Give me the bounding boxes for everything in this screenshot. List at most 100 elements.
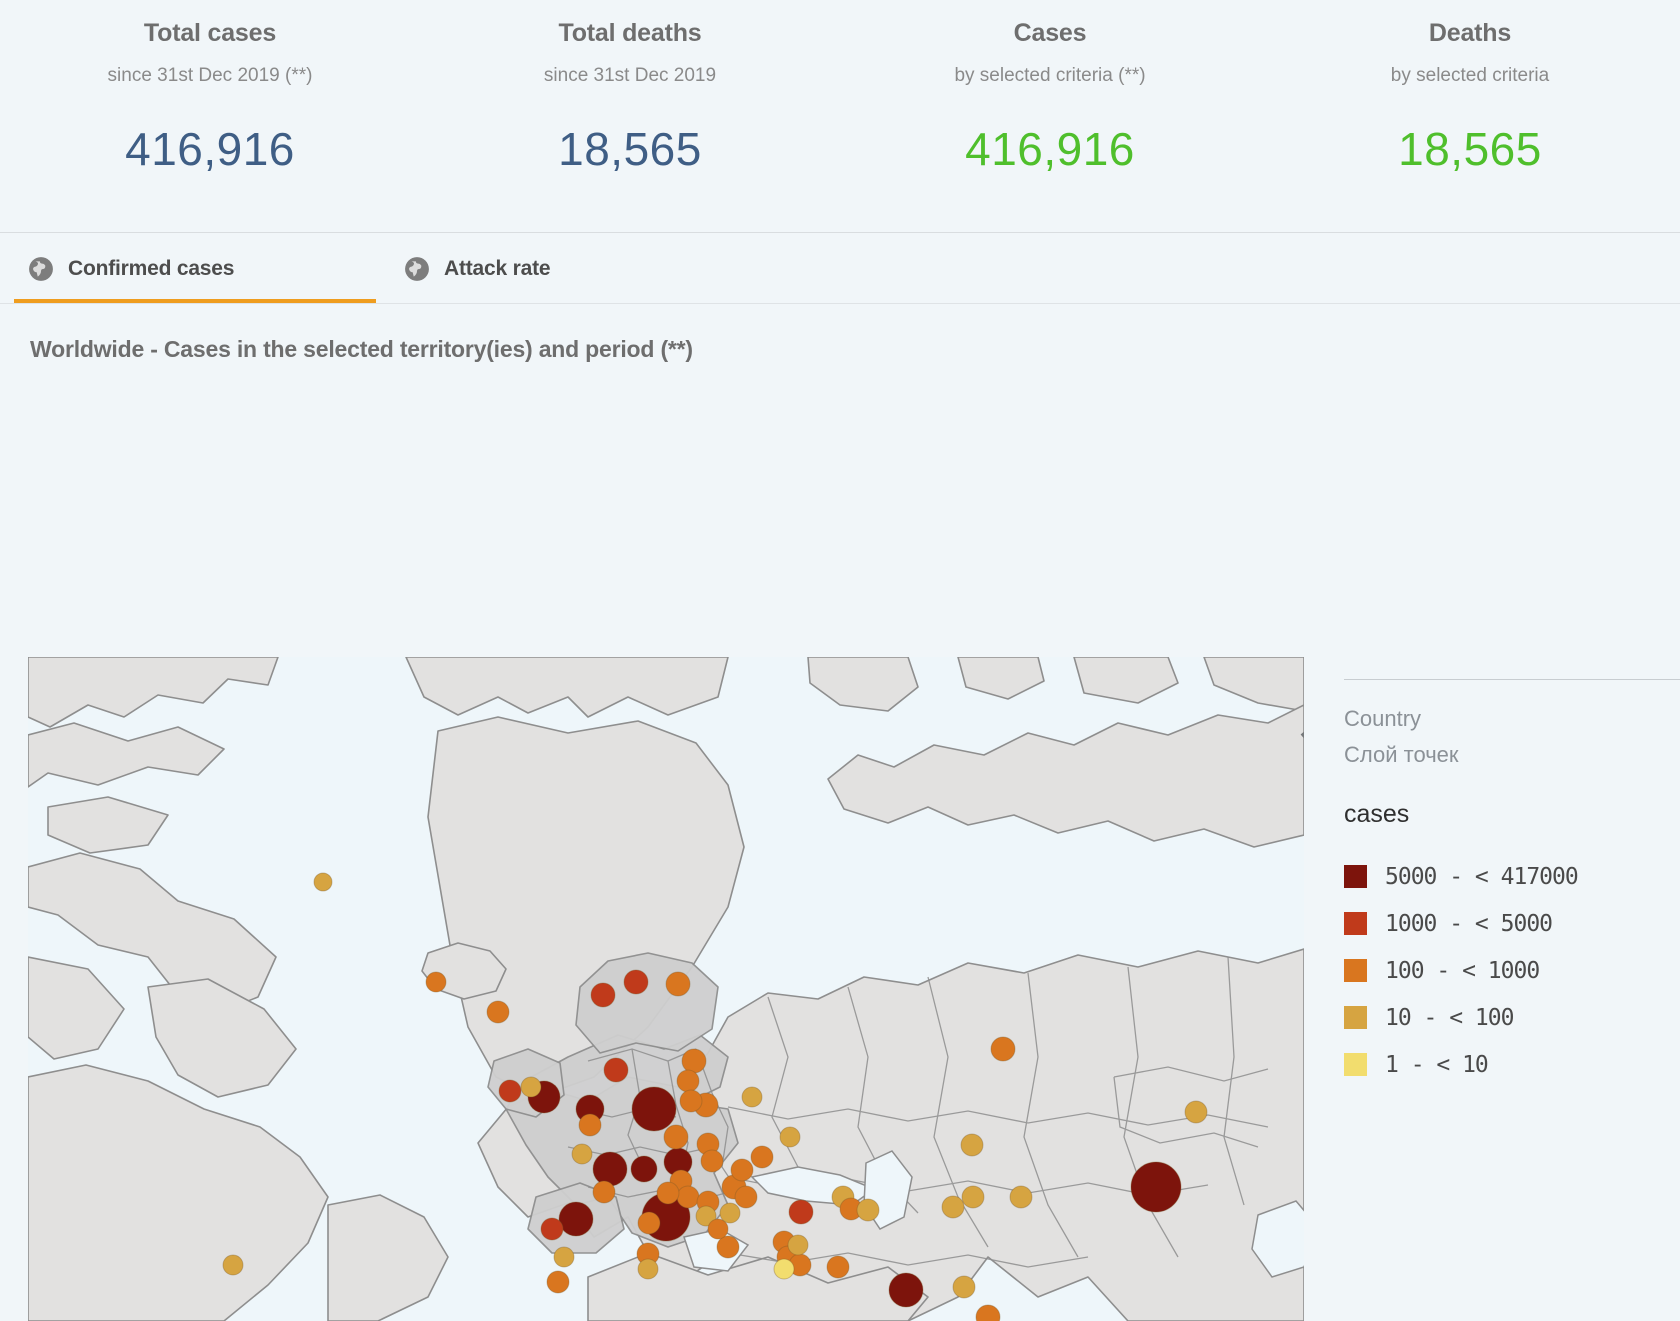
legend-item-list: 5000 - < 417000 1000 - < 5000 100 - < 1000… xyxy=(1344,853,1680,1088)
map-bubble[interactable] xyxy=(773,1258,795,1280)
map-bubble[interactable] xyxy=(656,1181,680,1205)
legend-color-swatch xyxy=(1344,959,1367,982)
legend-measure: cases xyxy=(1344,800,1410,828)
legend-item-label: 10 - < 100 xyxy=(1385,1004,1514,1031)
globe-icon xyxy=(404,256,430,282)
map-bubble[interactable] xyxy=(961,1185,985,1209)
kpi-title: Deaths xyxy=(1428,19,1512,47)
legend-color-swatch xyxy=(1344,912,1367,935)
legend-item[interactable]: 1 - < 10 xyxy=(1344,1041,1680,1088)
legend-item[interactable]: 100 - < 1000 xyxy=(1344,947,1680,994)
map-bubble[interactable] xyxy=(603,1057,629,1083)
kpi-bar: Total cases since 31st Dec 2019 (**) 416… xyxy=(0,0,1680,232)
map-bubble[interactable] xyxy=(520,1076,542,1098)
map-bubble[interactable] xyxy=(637,1211,661,1235)
kpi-title: Total cases xyxy=(143,19,277,47)
map-bubble[interactable] xyxy=(826,1255,850,1279)
map-bubble[interactable] xyxy=(546,1270,570,1294)
kpi-total-cases: Total cases since 31st Dec 2019 (**) 416… xyxy=(0,0,420,232)
map-bubble[interactable] xyxy=(941,1195,965,1219)
map-bubble[interactable] xyxy=(681,1048,707,1074)
map-bubble[interactable] xyxy=(787,1234,809,1256)
kpi-value: 416,916 xyxy=(125,123,295,175)
legend-item-label: 100 - < 1000 xyxy=(1385,957,1540,984)
map-bubble[interactable] xyxy=(623,969,649,995)
kpi-subtitle: by selected criteria (**) xyxy=(954,65,1146,86)
map-bubble[interactable] xyxy=(1130,1161,1182,1213)
legend-divider xyxy=(1344,679,1680,680)
legend-dimension: Country xyxy=(1344,706,1422,731)
map-bubble[interactable] xyxy=(558,1201,594,1237)
map-bubble[interactable] xyxy=(540,1217,564,1241)
legend-color-swatch xyxy=(1344,1053,1367,1076)
page-title: Worldwide - Cases in the selected territ… xyxy=(30,336,693,362)
map-canvas[interactable] xyxy=(28,657,1304,1321)
map-bubble[interactable] xyxy=(741,1086,763,1108)
map-bubble[interactable] xyxy=(665,971,691,997)
map-bubble[interactable] xyxy=(779,1126,801,1148)
map-bubble[interactable] xyxy=(630,1155,658,1183)
map-bubble[interactable] xyxy=(960,1133,984,1157)
map-bubble[interactable] xyxy=(700,1149,724,1173)
tab-confirmed-cases[interactable]: Confirmed cases xyxy=(0,235,376,303)
map-bubble[interactable] xyxy=(788,1199,814,1225)
legend-color-swatch xyxy=(1344,1006,1367,1029)
map-bubble[interactable] xyxy=(676,1185,700,1209)
map-bubble[interactable] xyxy=(716,1235,740,1259)
kpi-deaths-selected: Deaths by selected criteria 18,565 xyxy=(1260,0,1680,232)
map-bubble[interactable] xyxy=(676,1069,700,1093)
globe-icon xyxy=(28,256,54,282)
map-bubble[interactable] xyxy=(679,1089,703,1113)
map-bubble[interactable] xyxy=(952,1275,976,1299)
map-bubble[interactable] xyxy=(222,1254,244,1276)
map-bubble[interactable] xyxy=(425,971,447,993)
map-bubble[interactable] xyxy=(888,1272,924,1308)
map-bubble[interactable] xyxy=(553,1246,575,1268)
map-bubble[interactable] xyxy=(975,1304,1001,1321)
kpi-subtitle: by selected criteria xyxy=(1390,65,1550,86)
legend-item-label: 1 - < 10 xyxy=(1385,1051,1489,1078)
tab-attack-rate[interactable]: Attack rate xyxy=(376,235,551,303)
legend-color-swatch xyxy=(1344,865,1367,888)
map-bubble[interactable] xyxy=(1009,1185,1033,1209)
map-bubble[interactable] xyxy=(750,1145,774,1169)
legend-item-label: 1000 - < 5000 xyxy=(1385,910,1553,937)
map-bubble[interactable] xyxy=(734,1185,758,1209)
legend-layer-name: Слой точек xyxy=(1344,742,1459,767)
map-bubble[interactable] xyxy=(637,1258,659,1280)
map-bubble[interactable] xyxy=(856,1198,880,1222)
map-bubble[interactable] xyxy=(592,1151,628,1187)
kpi-cases-selected: Cases by selected criteria (**) 416,916 xyxy=(840,0,1260,232)
map-bubble[interactable] xyxy=(578,1113,602,1137)
map-bubble[interactable] xyxy=(590,982,616,1008)
map-bubble[interactable] xyxy=(1184,1100,1208,1124)
map-bubble[interactable] xyxy=(730,1158,754,1182)
legend-item[interactable]: 5000 - < 417000 xyxy=(1344,853,1680,900)
legend-item[interactable]: 1000 - < 5000 xyxy=(1344,900,1680,947)
map-bubble[interactable] xyxy=(990,1036,1016,1062)
tab-bar: Confirmed cases Attack rate xyxy=(0,233,1680,304)
home-icon[interactable] xyxy=(1296,713,1304,759)
kpi-subtitle: since 31st Dec 2019 xyxy=(543,65,717,86)
kpi-value: 18,565 xyxy=(558,123,702,175)
map-sheet: Confirmed cases Attack rate Worldwide - … xyxy=(0,232,1680,1321)
map-legend: Country Слой точек cases 5000 - < 417000… xyxy=(1318,657,1680,1321)
kpi-subtitle: since 31st Dec 2019 (**) xyxy=(107,65,313,86)
map-bubble[interactable] xyxy=(592,1180,616,1204)
map-bubble[interactable] xyxy=(313,872,333,892)
map-bubble[interactable] xyxy=(663,1124,689,1150)
kpi-total-deaths: Total deaths since 31st Dec 2019 18,565 xyxy=(420,0,840,232)
map-bubble[interactable] xyxy=(486,1000,510,1024)
map-bubble[interactable] xyxy=(719,1202,741,1224)
kpi-title: Cases xyxy=(1013,19,1087,47)
map-container[interactable]: Country Слой точек cases 5000 - < 417000… xyxy=(28,657,1680,1321)
case-bubbles[interactable] xyxy=(28,657,1304,1321)
kpi-value: 416,916 xyxy=(965,123,1135,175)
tab-label: Attack rate xyxy=(444,257,551,280)
legend-item[interactable]: 10 - < 100 xyxy=(1344,994,1680,1041)
tab-label: Confirmed cases xyxy=(68,257,235,280)
map-bubble[interactable] xyxy=(498,1079,522,1103)
map-bubble[interactable] xyxy=(571,1143,593,1165)
legend-item-label: 5000 - < 417000 xyxy=(1385,863,1579,890)
map-bubble[interactable] xyxy=(631,1086,677,1132)
